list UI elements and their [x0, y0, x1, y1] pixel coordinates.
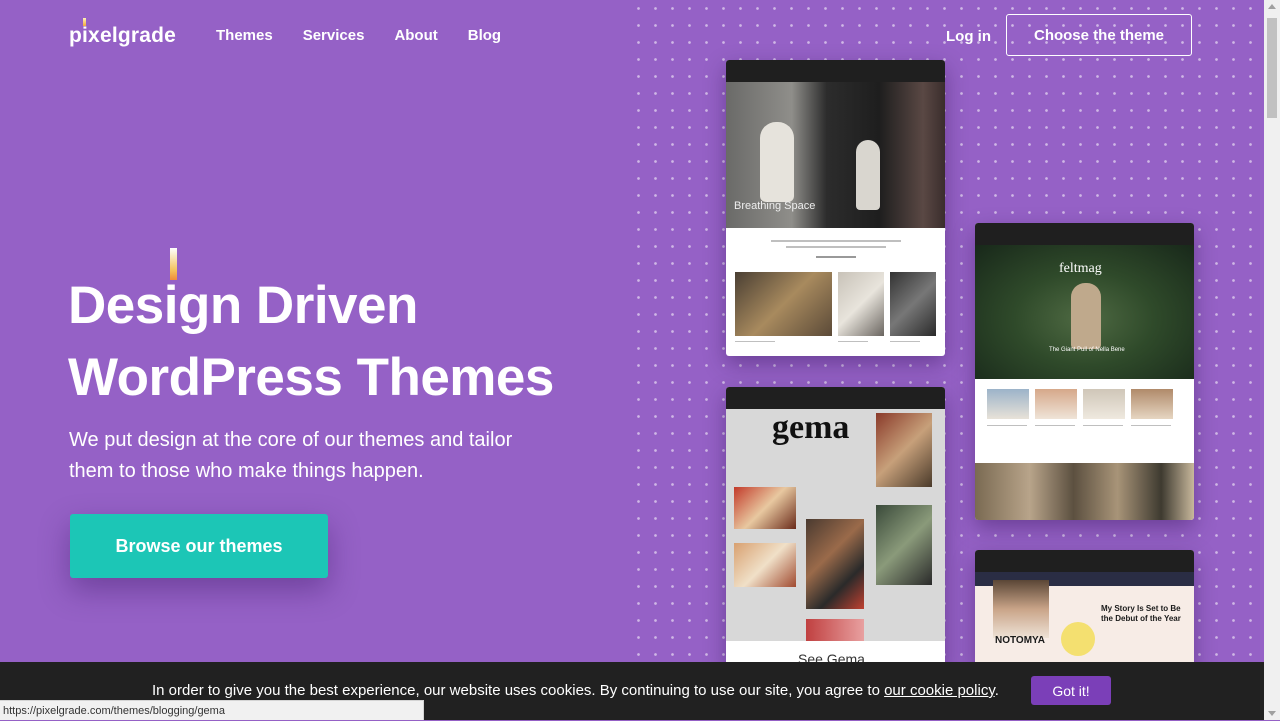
pixelgrade-logo[interactable]: pixelgrade [69, 18, 177, 48]
theme-preview-card-4[interactable]: NOTOMYA My Story Is Set to Be the Debut … [975, 550, 1194, 667]
cookie-accept-button[interactable]: Got it! [1031, 676, 1111, 705]
hero-subtitle: We put design at the core of our themes … [69, 429, 513, 482]
browse-themes-button[interactable]: Browse our themes [70, 514, 328, 578]
nav-about[interactable]: About [394, 27, 437, 44]
preview-thumb [890, 272, 936, 336]
preview-heading: gema [772, 409, 850, 446]
preview-topbar [726, 60, 945, 82]
choose-theme-button[interactable]: Choose the theme [1006, 14, 1192, 56]
text-line [1083, 425, 1123, 426]
preview-thumb [734, 487, 796, 529]
text-line [890, 341, 920, 342]
preview-thumb [806, 519, 864, 609]
login-link[interactable]: Log in [946, 28, 991, 45]
status-bar-url: https://pixelgrade.com/themes/blogging/g… [0, 700, 424, 720]
preview-strip [975, 463, 1194, 520]
text-line [786, 246, 886, 248]
preview-thumb [876, 505, 932, 585]
logo-accent [83, 18, 86, 26]
preview-thumb [1083, 389, 1125, 419]
theme-preview-card-2[interactable]: feltmag The Giant Pull of Nella Bene [975, 223, 1194, 520]
text-line [1131, 425, 1171, 426]
text-line [816, 256, 856, 258]
preview-portrait [993, 580, 1049, 638]
scrollbar-thumb[interactable] [1267, 18, 1277, 118]
text-line [1035, 425, 1075, 426]
scroll-up-icon[interactable] [1268, 4, 1276, 9]
preview-name: NOTOMYA [995, 635, 1046, 646]
preview-heading: Breathing Space [734, 200, 816, 212]
text-line [987, 425, 1027, 426]
preview-thumb [876, 413, 932, 487]
hero-title: Design Driven WordPress Themes [68, 270, 554, 414]
preview-thumb [1131, 389, 1173, 419]
text-line [771, 240, 901, 242]
preview-thumb [1035, 389, 1077, 419]
page-scrollbar[interactable] [1264, 0, 1280, 720]
nav-services[interactable]: Services [303, 27, 365, 44]
preview-figure [760, 122, 794, 202]
theme-preview-card-1[interactable]: Breathing Space [726, 60, 945, 356]
preview-thumb [987, 389, 1029, 419]
preview-figure [1071, 283, 1101, 349]
preview-badge [1061, 622, 1095, 656]
preview-caption: The Giant Pull of Nella Bene [1049, 347, 1125, 353]
preview-heading: My Story Is Set to Be the Debut of the Y… [1101, 604, 1181, 623]
cookie-policy-link[interactable]: our cookie policy [884, 682, 995, 699]
theme-preview-card-3[interactable]: gema See Gema [726, 387, 945, 667]
logo-text: pixelgrade [69, 24, 177, 47]
cookie-message: In order to give you the best experience… [152, 682, 999, 699]
text-line [838, 341, 868, 342]
scroll-down-icon[interactable] [1268, 711, 1276, 716]
cookie-text-end: . [994, 682, 999, 699]
nav-blog[interactable]: Blog [468, 27, 501, 44]
preview-thumb [838, 272, 884, 336]
hero-title-line1: Design Driven [68, 276, 418, 335]
preview-figure [856, 140, 880, 210]
hero-title-line2: WordPress Themes [68, 348, 554, 407]
preview-thumb [806, 619, 864, 641]
main-nav: Themes Services About Blog [216, 27, 501, 44]
nav-themes[interactable]: Themes [216, 27, 273, 44]
preview-thumb [735, 272, 832, 336]
preview-heading: feltmag [1059, 261, 1102, 276]
preview-thumb [734, 543, 796, 587]
preview-topbar [975, 223, 1194, 245]
preview-topbar [975, 550, 1194, 572]
cookie-text: In order to give you the best experience… [152, 682, 885, 699]
text-line [735, 341, 775, 342]
preview-topbar [726, 387, 945, 409]
